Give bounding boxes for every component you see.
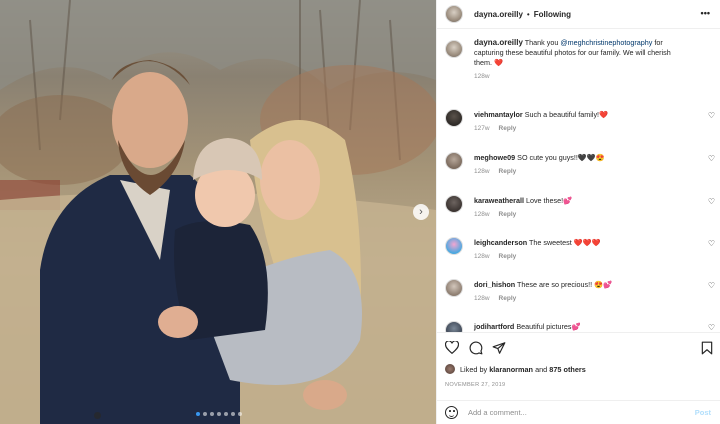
commenter-username[interactable]: viehmantaylor [474, 110, 523, 119]
comment-emoji: 💕 [563, 196, 573, 205]
commenter-avatar[interactable] [445, 195, 463, 213]
carousel-dot [203, 412, 207, 416]
commenter-avatar[interactable] [445, 279, 463, 297]
carousel-next-icon[interactable]: › [413, 204, 429, 220]
post-date[interactable]: NOVEMBER 27, 2019 [445, 382, 505, 388]
comments-list[interactable]: dayna.oreilly Thank you @meghchristineph… [437, 38, 720, 332]
caption-author-avatar[interactable] [445, 40, 463, 58]
add-comment-input[interactable] [468, 408, 673, 417]
comment-emoji: ❤️ [599, 110, 608, 119]
carousel-dot [196, 412, 200, 416]
commenter-avatar[interactable] [445, 321, 463, 332]
comment-time[interactable]: 127w [474, 125, 490, 132]
commenter-username[interactable]: meghowe09 [474, 153, 515, 162]
commenter-username[interactable]: dori_hishon [474, 280, 515, 289]
caption-time[interactable]: 128w [474, 72, 689, 82]
post-side-panel: dayna.oreilly • Following ••• dayna.orei… [436, 0, 720, 424]
liker-username[interactable]: klaranorman [489, 365, 533, 374]
liker-avatar[interactable] [445, 364, 455, 374]
commenter-username[interactable]: karaweatherall [474, 196, 524, 205]
comment-item: dori_hishon These are so precious!! 😍💕 1… [437, 279, 720, 304]
likes-count-link[interactable]: 875 others [549, 365, 586, 374]
reply-button[interactable]: Reply [499, 211, 517, 218]
carousel-dot [224, 412, 228, 416]
add-comment-bar: Post [437, 400, 720, 424]
commenter-avatar[interactable] [445, 237, 463, 255]
post-action-bar [437, 332, 720, 360]
reply-button[interactable]: Reply [499, 125, 517, 132]
comment-time[interactable]: 128w [474, 211, 490, 218]
reply-button[interactable]: Reply [499, 295, 517, 302]
post-comment-button[interactable]: Post [695, 408, 711, 417]
comment-like-heart-icon[interactable]: ♡ [708, 239, 715, 248]
comment-emoji: 💕 [571, 322, 581, 331]
following-button[interactable]: Following [534, 10, 571, 19]
comment-emoji: 😍💕 [594, 280, 613, 289]
commenter-username[interactable]: leighcanderson [474, 238, 527, 247]
comment-item: jodihartford Beautiful pictures💕 ♡ [437, 321, 720, 332]
comment-like-heart-icon[interactable]: ♡ [708, 281, 715, 290]
caption-text-before: Thank you [524, 38, 559, 47]
author-username[interactable]: dayna.oreilly [474, 10, 523, 19]
emoji-picker-icon[interactable] [445, 406, 458, 419]
save-bookmark-icon[interactable] [701, 341, 713, 355]
comment-emoji: 🖤🖤😍 [577, 153, 605, 162]
comment-time[interactable]: 128w [474, 168, 490, 175]
comment-text: Such a beautiful family! [524, 110, 600, 119]
comment-emoji: ❤️❤️❤️ [573, 238, 601, 247]
comment-text: Love these! [525, 196, 564, 205]
reply-button[interactable]: Reply [499, 168, 517, 175]
comment-time[interactable]: 128w [474, 253, 490, 260]
heart-emoji: ❤️ [493, 58, 503, 67]
comment-item: viehmantaylor Such a beautiful family!❤️… [437, 109, 720, 134]
tagged-users-icon[interactable] [94, 412, 101, 419]
commenter-avatar[interactable] [445, 152, 463, 170]
post-header: dayna.oreilly • Following ••• [437, 0, 720, 29]
comment-like-heart-icon[interactable]: ♡ [708, 154, 715, 163]
commenter-username[interactable]: jodihartford [474, 322, 514, 331]
like-heart-icon[interactable] [445, 341, 459, 354]
caption-username[interactable]: dayna.oreilly [474, 38, 523, 47]
share-paper-plane-icon[interactable] [492, 341, 506, 355]
carousel-dot [231, 412, 235, 416]
comment-like-heart-icon[interactable]: ♡ [708, 197, 715, 206]
author-avatar[interactable] [445, 5, 463, 23]
comment-text: The sweetest [529, 238, 572, 247]
family-photo-illustration [0, 0, 436, 424]
comment-item: meghowe09 SO cute you guys!!🖤🖤😍 128w Repl… [437, 152, 720, 177]
commenter-avatar[interactable] [445, 109, 463, 127]
comment-item: leighcanderson The sweetest ❤️❤️❤️ 128w R… [437, 237, 720, 262]
likes-prefix: Liked by [460, 364, 488, 374]
comment-item: karaweatherall Love these!💕 128w Reply ♡ [437, 195, 720, 220]
caption-mention-link[interactable]: @meghchristinephotography [560, 38, 652, 47]
comment-text: SO cute you guys!! [517, 153, 578, 162]
carousel-dot [210, 412, 214, 416]
likes-and: and [535, 364, 548, 374]
reply-button[interactable]: Reply [499, 253, 517, 260]
post-caption: dayna.oreilly Thank you @meghchristineph… [437, 38, 720, 82]
comment-text: These are so precious!! [517, 280, 593, 289]
more-options-icon[interactable]: ••• [701, 8, 710, 18]
comment-bubble-icon[interactable] [469, 341, 483, 355]
comment-like-heart-icon[interactable]: ♡ [708, 323, 715, 332]
comment-time[interactable]: 128w [474, 295, 490, 302]
likes-summary: Liked by klaranorman and 875 others [445, 364, 586, 374]
carousel-dot [217, 412, 221, 416]
carousel-indicator [196, 412, 242, 416]
comment-text: Beautiful pictures [516, 322, 572, 331]
comment-like-heart-icon[interactable]: ♡ [708, 111, 715, 120]
carousel-dot [238, 412, 242, 416]
separator-dot: • [526, 9, 530, 19]
post-photo[interactable]: › [0, 0, 436, 424]
